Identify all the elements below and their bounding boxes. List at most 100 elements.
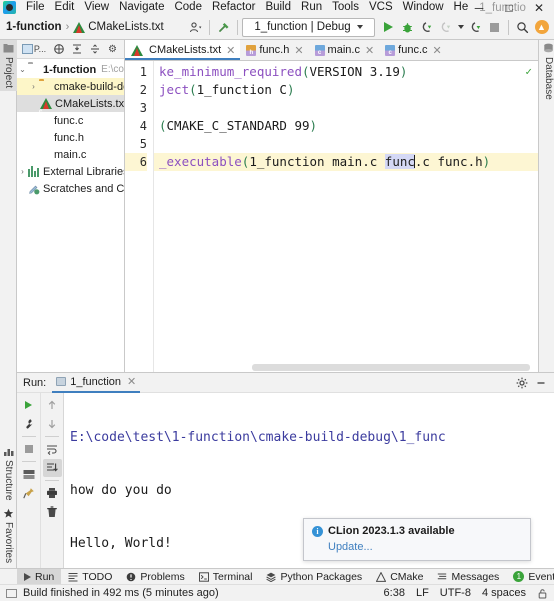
editor-tab-func-c[interactable]: c func.c ✕ xyxy=(379,40,447,60)
run-configuration-selector[interactable]: 1_function | Debug xyxy=(242,17,375,37)
c-file-icon-2: c xyxy=(39,142,43,149)
menu-navigate[interactable]: Navigate xyxy=(114,0,169,15)
menu-file[interactable]: File xyxy=(21,0,50,15)
rerun-icon[interactable] xyxy=(19,396,38,414)
print-icon[interactable] xyxy=(43,484,62,502)
tree-row-external-libraries[interactable]: › External Libraries xyxy=(17,163,124,180)
tree-row-main-c[interactable]: c main.c xyxy=(17,142,124,163)
project-view-selector[interactable]: P... xyxy=(19,41,49,58)
tree-row-cmakelists[interactable]: CMakeLists.txt xyxy=(17,95,124,112)
editor-tab-close-cmakelists[interactable]: ✕ xyxy=(226,44,235,57)
maximize-button[interactable]: □ xyxy=(494,0,524,15)
menu-tools[interactable]: Tools xyxy=(327,0,364,15)
menu-edit[interactable]: Edit xyxy=(50,0,80,15)
settings-icon[interactable]: ⚙ xyxy=(104,41,121,58)
toolwindow-messages[interactable]: Messages xyxy=(430,569,506,585)
expand-all-icon[interactable] xyxy=(68,41,85,58)
profile-button[interactable] xyxy=(436,18,455,37)
menu-view[interactable]: View xyxy=(79,0,114,15)
tree-row-1-function[interactable]: ⌄ 1-function E:\cod xyxy=(17,61,124,78)
gear-icon[interactable] xyxy=(513,374,530,391)
debug-button[interactable] xyxy=(398,18,417,37)
scroll-to-end-icon[interactable] xyxy=(42,459,62,477)
indent-setting[interactable]: 4 spaces xyxy=(482,587,526,599)
attach-button[interactable] xyxy=(466,18,485,37)
editor-tab-close-func-h[interactable]: ✕ xyxy=(294,44,303,57)
stop-icon xyxy=(490,22,499,32)
run-coverage-button[interactable] xyxy=(417,18,436,37)
sidebar-item-structure[interactable]: Structure xyxy=(0,443,17,504)
scroll-down-icon[interactable] xyxy=(43,415,62,433)
toolwindow-python-packages[interactable]: Python Packages xyxy=(259,569,369,585)
editor-tab-close-main-c[interactable]: ✕ xyxy=(365,44,374,57)
sidebar-item-database[interactable]: Database xyxy=(540,40,554,103)
menu-vcs[interactable]: VCS xyxy=(364,0,398,15)
vcs-update-icon[interactable] xyxy=(186,18,205,37)
editor-tab-main-c[interactable]: c main.c ✕ xyxy=(309,40,380,60)
profile-dropdown-icon[interactable] xyxy=(455,18,466,37)
soft-wrap-icon[interactable] xyxy=(43,440,62,458)
sidebar-item-favorites[interactable]: Favorites xyxy=(0,505,17,566)
menu-window[interactable]: Window xyxy=(398,0,449,15)
structure-icon xyxy=(4,449,14,457)
read-only-lock-icon[interactable] xyxy=(537,588,548,599)
toolwindow-todo[interactable]: TODO xyxy=(61,569,119,585)
sidebar-item-project[interactable]: Project xyxy=(0,40,17,92)
editor-horizontal-scrollbar[interactable] xyxy=(184,364,536,371)
run-tab-1-function[interactable]: 1_function ✕ xyxy=(52,373,141,393)
locate-icon[interactable] xyxy=(50,41,67,58)
scroll-up-icon[interactable] xyxy=(43,396,62,414)
breadcrumb-file[interactable]: CMakeLists.txt xyxy=(88,21,163,33)
editor-tab-close-func-c[interactable]: ✕ xyxy=(433,44,442,57)
file-encoding[interactable]: UTF-8 xyxy=(440,587,471,599)
menu-run[interactable]: Run xyxy=(296,0,327,15)
caret-position[interactable]: 6:38 xyxy=(384,587,405,599)
minimize-tool-window-icon[interactable] xyxy=(532,374,549,391)
chevron-expanded-icon[interactable]: ⌄ xyxy=(17,65,28,74)
stop-icon[interactable] xyxy=(19,440,38,458)
tree-row-func-c[interactable]: c func.c xyxy=(17,109,124,129)
clear-all-icon[interactable] xyxy=(43,503,62,521)
menu-build[interactable]: Build xyxy=(260,0,296,15)
c-file-icon-tab: c xyxy=(314,44,325,56)
dump-threads-icon[interactable] xyxy=(19,465,38,483)
toolwindow-event-log[interactable]: 1 Event Log xyxy=(506,569,554,585)
wrench-icon[interactable] xyxy=(19,415,38,433)
menu-refactor[interactable]: Refactor xyxy=(207,0,260,15)
notification-update-link[interactable]: Update... xyxy=(328,541,522,553)
notification-balloon[interactable]: i CLion 2023.1.3 available Update... xyxy=(303,518,531,561)
close-button[interactable]: ✕ xyxy=(524,0,554,15)
toolwindow-label-messages: Messages xyxy=(451,570,500,583)
cmake-icon-tab xyxy=(131,44,143,56)
collapse-all-icon[interactable] xyxy=(86,41,103,58)
editor-tab-cmakelists[interactable]: CMakeLists.txt ✕ xyxy=(125,40,241,60)
chevron-right-icon[interactable]: › xyxy=(28,82,39,91)
editor-tab-func-h[interactable]: h func.h ✕ xyxy=(240,40,308,60)
code-text-area[interactable]: ke_minimum_required(VERSION 3.19) ject(1… xyxy=(154,61,538,372)
favorites-star-icon xyxy=(3,508,14,518)
chevron-right-icon-2[interactable]: › xyxy=(17,167,28,176)
breadcrumb-project[interactable]: 1-function xyxy=(6,21,62,33)
status-memory-icon[interactable] xyxy=(6,588,17,599)
line-separator[interactable]: LF xyxy=(416,587,429,599)
tree-row-scratches[interactable]: Scratches and Con xyxy=(17,180,124,197)
run-icon xyxy=(24,572,31,581)
pin-tab-icon[interactable] xyxy=(19,484,38,502)
toolwindow-cmake[interactable]: CMake xyxy=(369,569,430,585)
editor-gutter[interactable]: 1 2 3 4 5 6 xyxy=(125,61,154,372)
search-everywhere-button[interactable] xyxy=(513,18,532,37)
inspection-status-icon[interactable]: ✓ xyxy=(525,65,532,78)
run-button[interactable] xyxy=(379,18,398,37)
run-tab-close[interactable]: ✕ xyxy=(127,375,136,388)
minimize-button[interactable]: ─ xyxy=(464,0,494,15)
toolwindow-run[interactable]: Run xyxy=(17,568,62,585)
build-hammer-icon[interactable] xyxy=(214,18,233,37)
tree-row-cmake-build-debug[interactable]: › cmake-build-de xyxy=(17,78,124,95)
tree-row-func-h[interactable]: h func.h xyxy=(17,126,124,146)
stop-button[interactable] xyxy=(485,18,504,37)
toolwindow-terminal[interactable]: Terminal xyxy=(192,569,260,585)
menu-code[interactable]: Code xyxy=(169,0,207,15)
sidebar-label-structure: Structure xyxy=(3,460,14,501)
ide-update-button[interactable]: ▲ xyxy=(532,18,551,37)
toolwindow-problems[interactable]: Problems xyxy=(119,569,191,585)
